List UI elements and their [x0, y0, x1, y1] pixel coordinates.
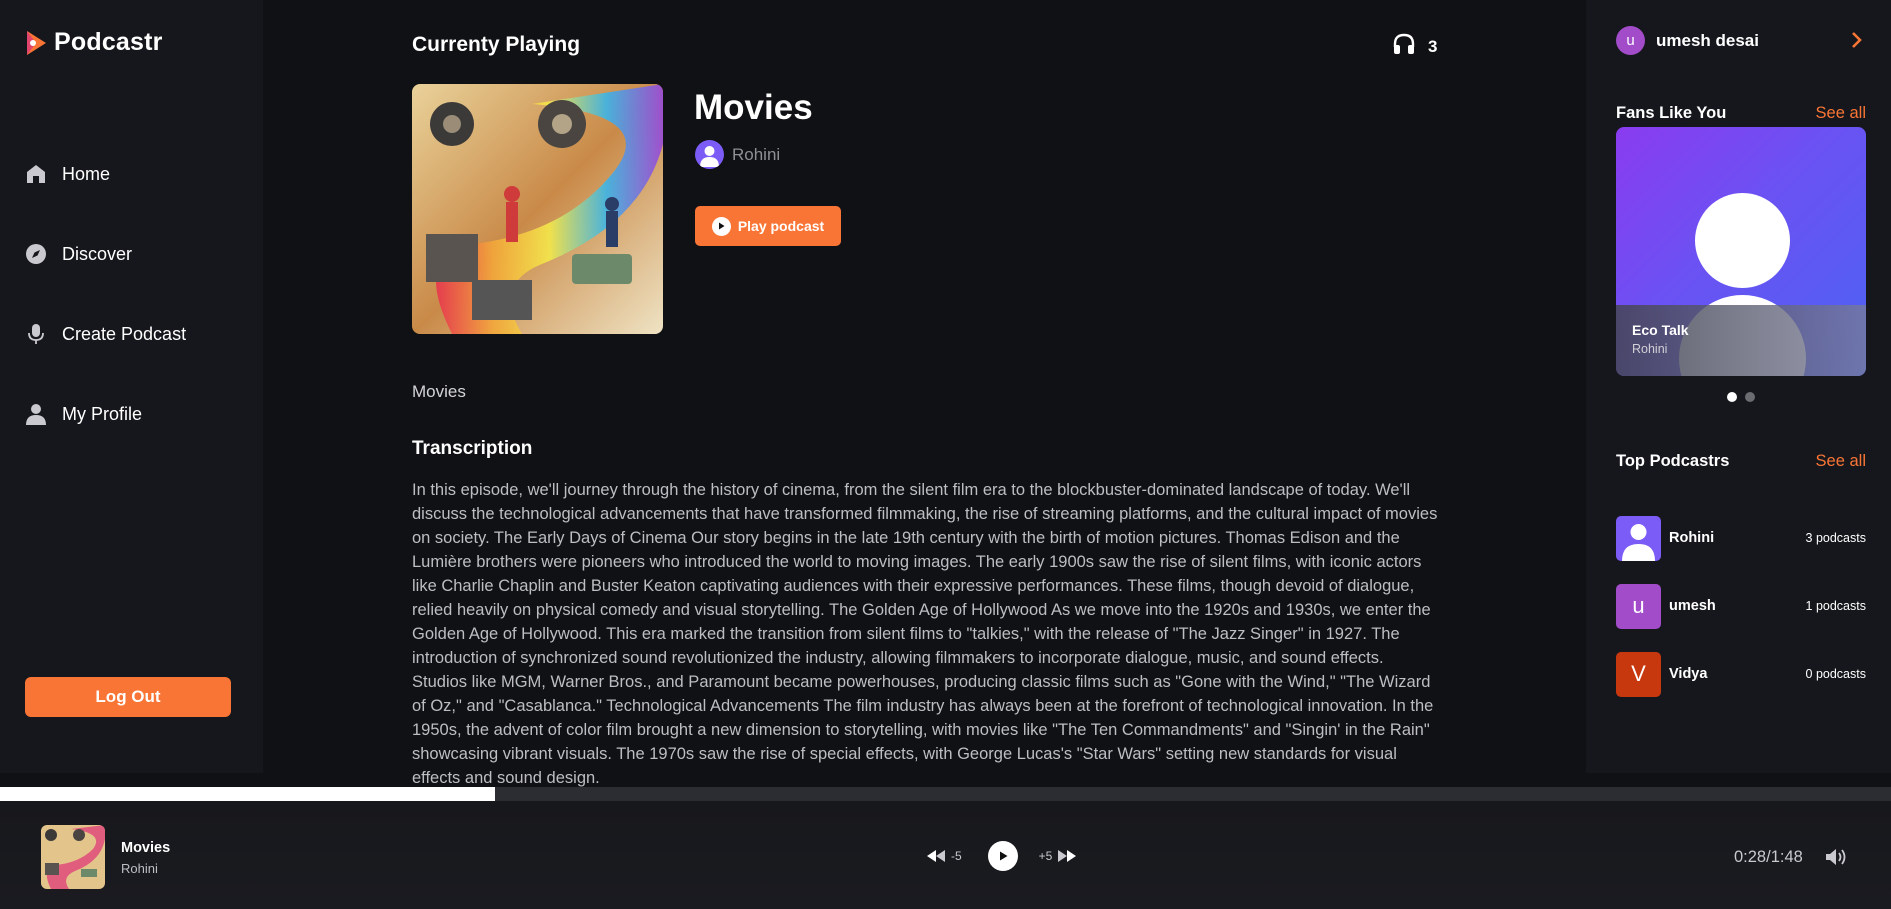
avatar: u: [1616, 583, 1661, 629]
player-cover-image[interactable]: [41, 825, 105, 889]
podcaster-name: Rohini: [1669, 530, 1715, 546]
carousel-dots: [1727, 392, 1755, 402]
main-nav: Home Discover Create Podcast My Profile: [24, 134, 186, 454]
rewind-label: -5: [951, 849, 962, 863]
rewind-icon[interactable]: [926, 849, 946, 863]
carousel-dot-active[interactable]: [1727, 392, 1737, 402]
logo-icon: [24, 29, 48, 57]
nav-label: Home: [62, 163, 111, 184]
nav-label: Create Podcast: [62, 323, 187, 344]
card-author: Rohini: [1632, 342, 1668, 356]
section-title: Top Podcastrs: [1616, 452, 1730, 470]
fans-see-all-link[interactable]: See all: [1816, 104, 1866, 123]
app-logo[interactable]: Podcastr: [24, 28, 163, 57]
card-avatar-head: [1695, 193, 1790, 288]
fans-like-you-header: Fans Like You See all: [1616, 104, 1866, 123]
podcast-title: Movies: [694, 88, 813, 127]
playback-controls: -5 +5: [926, 841, 1077, 871]
user-icon: [24, 402, 48, 426]
avatar: V: [1616, 651, 1661, 697]
carousel-dot[interactable]: [1745, 392, 1755, 402]
home-icon: [24, 162, 48, 186]
card-title: Eco Talk: [1632, 322, 1689, 338]
forward-label: +5: [1038, 849, 1053, 863]
transcription-text: In this episode, we'll journey through t…: [412, 481, 1438, 787]
nav-item-my-profile[interactable]: My Profile: [24, 374, 186, 454]
section-title: Fans Like You: [1616, 104, 1727, 122]
transcription-heading: Transcription: [412, 438, 533, 459]
playback-time: 0:28/1:48: [1734, 848, 1803, 866]
current-user[interactable]: u umesh desai: [1616, 26, 1759, 55]
listener-count: 3: [1392, 33, 1437, 60]
podcast-count: 0 podcasts: [1805, 667, 1866, 681]
volume-icon[interactable]: [1824, 847, 1848, 872]
avatar: [1616, 515, 1661, 561]
podcast-description: Movies: [412, 382, 466, 401]
nav-item-discover[interactable]: Discover: [24, 214, 186, 294]
list-item[interactable]: Rohini 3 podcasts: [1616, 504, 1866, 572]
play-pause-button[interactable]: [987, 841, 1018, 871]
podcaster-name: umesh: [1669, 598, 1716, 614]
list-item[interactable]: V Vidya 0 podcasts: [1616, 640, 1866, 708]
user-name: umesh desai: [1656, 30, 1759, 50]
top-podcastrs-header: Top Podcastrs See all: [1616, 452, 1866, 471]
microphone-icon: [24, 322, 48, 346]
player-title: Movies: [121, 840, 171, 856]
app-name: Podcastr: [54, 28, 163, 56]
card-overlay: [1616, 305, 1866, 376]
author-avatar: [695, 140, 724, 169]
author-name: Rohini: [732, 144, 781, 164]
page-title: Currenty Playing: [412, 33, 581, 56]
podcast-player: Movies Rohini -5 +5 0:28/1:48: [0, 801, 1891, 909]
podcast-count: 3 podcasts: [1805, 531, 1866, 545]
podcast-cover-image: [412, 84, 663, 334]
nav-label: My Profile: [62, 403, 143, 424]
play-podcast-button[interactable]: Play podcast: [695, 206, 841, 246]
nav-label: Discover: [62, 243, 133, 264]
main-content: Currenty Playing 3 Movies Rohini Play po…: [263, 0, 1586, 787]
nav-item-create-podcast[interactable]: Create Podcast: [24, 294, 186, 374]
player-author: Rohini: [121, 861, 158, 876]
top-podcastrs-list: Rohini 3 podcasts u umesh 1 podcasts V V…: [1616, 504, 1866, 708]
compass-icon: [24, 242, 48, 266]
chevron-right-icon[interactable]: [1850, 30, 1864, 56]
top-see-all-link[interactable]: See all: [1816, 452, 1866, 471]
nav-item-home[interactable]: Home: [24, 134, 186, 214]
play-podcast-label: Play podcast: [737, 218, 825, 234]
playback-progress-bar[interactable]: [0, 787, 1891, 801]
listener-count-value: 3: [1428, 36, 1438, 56]
podcast-count: 1 podcasts: [1805, 599, 1866, 613]
avatar: u: [1616, 26, 1645, 55]
list-item[interactable]: u umesh 1 podcasts: [1616, 572, 1866, 640]
headphones-icon: [1392, 33, 1416, 60]
fan-podcast-card[interactable]: Eco Talk Rohini: [1616, 127, 1866, 376]
fast-forward-icon[interactable]: [1057, 849, 1077, 863]
logout-button[interactable]: Log Out: [25, 677, 231, 717]
right-sidebar: u umesh desai Fans Like You See all Eco …: [1586, 0, 1891, 773]
podcast-author[interactable]: Rohini: [695, 140, 780, 169]
podcaster-name: Vidya: [1669, 666, 1708, 682]
left-sidebar: Podcastr Home Discover Create Podcast My…: [0, 0, 263, 773]
progress-fill: [0, 787, 496, 801]
play-icon: [711, 216, 731, 236]
